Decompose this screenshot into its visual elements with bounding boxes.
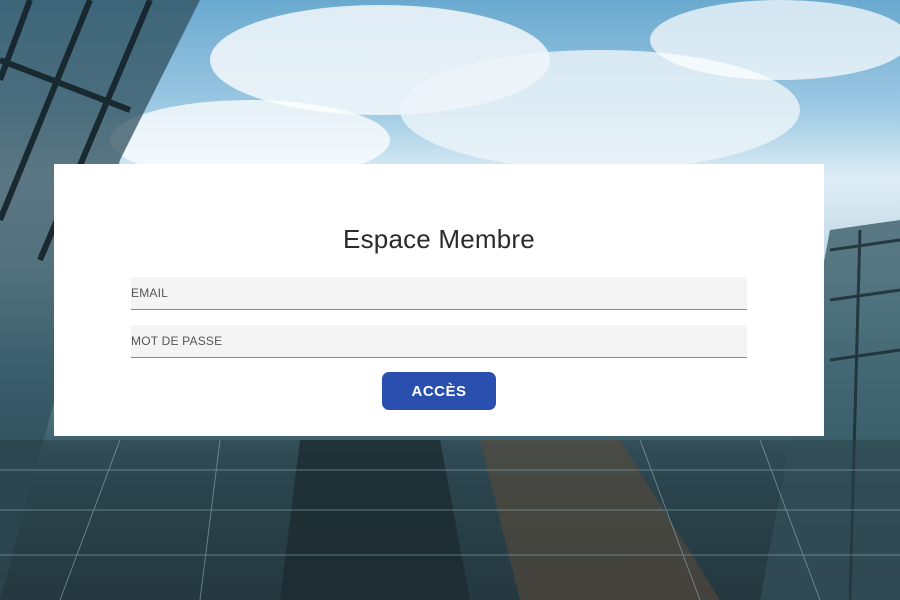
password-field[interactable] bbox=[131, 325, 747, 358]
email-field[interactable] bbox=[131, 277, 747, 310]
login-card: Espace Membre ACCÈS bbox=[54, 164, 824, 436]
access-button[interactable]: ACCÈS bbox=[382, 372, 496, 410]
page-title: Espace Membre bbox=[343, 224, 535, 254]
